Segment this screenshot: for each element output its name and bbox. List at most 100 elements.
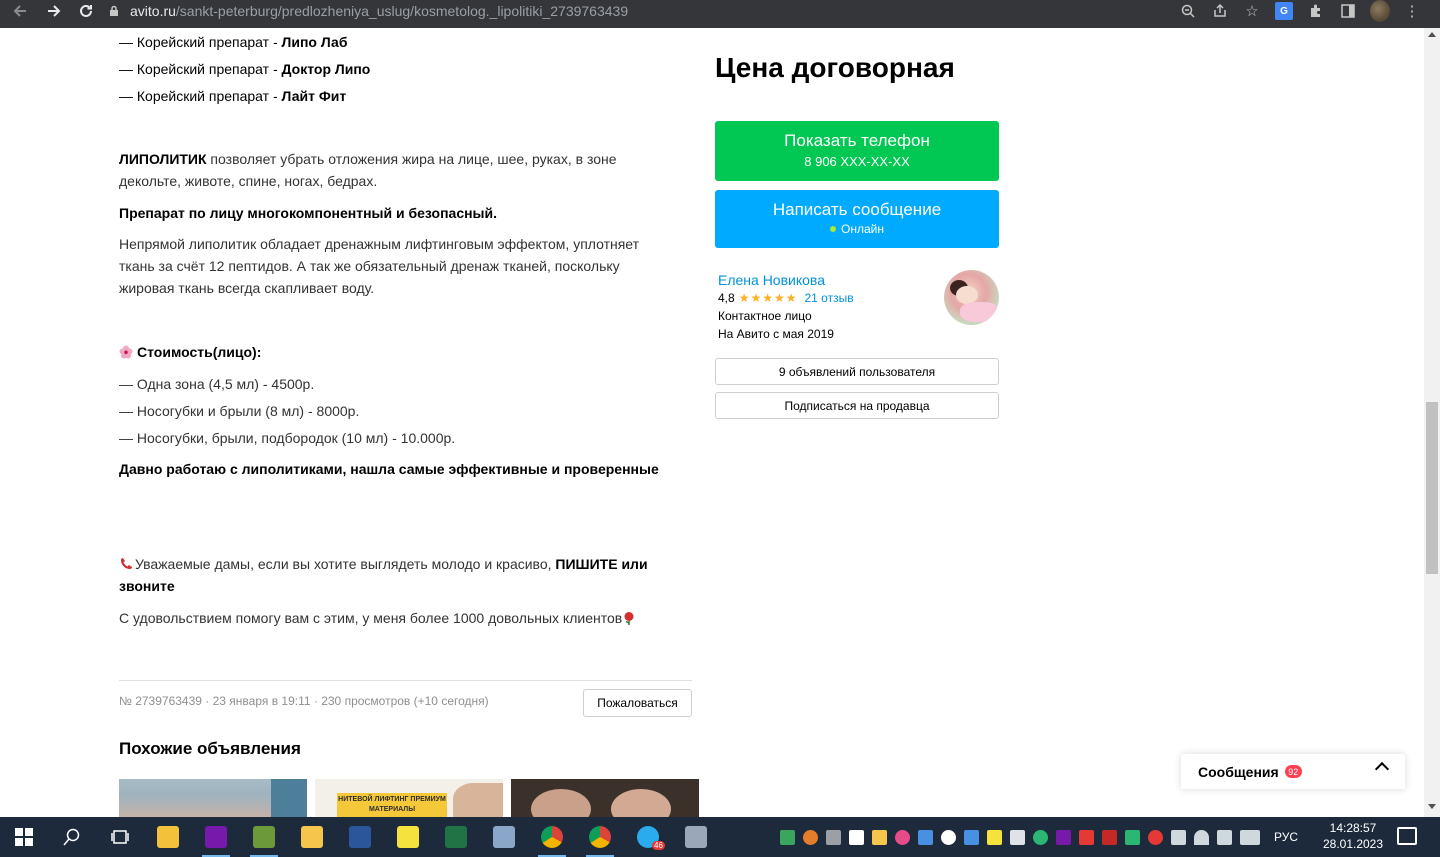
user-ads-button[interactable]: 9 объявлений пользователя	[715, 358, 999, 385]
avatar-towel	[960, 302, 999, 322]
clock-time: 14:28:57	[1329, 821, 1377, 835]
settings-app-icon[interactable]	[480, 817, 528, 857]
chevron-up-icon[interactable]	[1374, 761, 1390, 777]
back-icon[interactable]	[4, 0, 36, 25]
chrome-icon[interactable]	[576, 817, 624, 857]
description-paragraph: Уважаемые дамы, если вы хотите выглядеть…	[119, 553, 648, 597]
search-icon[interactable]	[48, 817, 96, 857]
folder-icon[interactable]	[288, 817, 336, 857]
report-button[interactable]: Пожаловаться	[583, 689, 692, 717]
reviews-link[interactable]: 21 отзыв	[804, 291, 853, 305]
cost-item: — Одна зона (4,5 мл) - 4500р.	[119, 376, 315, 392]
tray-app-icon[interactable]	[803, 829, 818, 845]
keyboard-icon[interactable]	[1240, 829, 1260, 845]
tray-notes-icon[interactable]	[872, 829, 887, 845]
sticky-notes-icon[interactable]	[384, 817, 432, 857]
scroll-down-icon[interactable]	[1428, 804, 1436, 809]
excel-icon[interactable]	[432, 817, 480, 857]
show-phone-button[interactable]: Показать телефон 8 906 XXX-XX-XX	[715, 121, 999, 181]
task-view-icon[interactable]	[96, 817, 144, 857]
description-paragraph: ЛИПОЛИТИК позволяет убрать отложения жир…	[119, 148, 617, 192]
tray-app-icon[interactable]	[941, 829, 956, 845]
subscribe-seller-button[interactable]: Подписаться на продавца	[715, 392, 999, 419]
messages-widget[interactable]: Сообщения 92	[1181, 754, 1405, 789]
url-path: /sankt-peterburg/predlozheniya_uslug/kos…	[175, 3, 629, 19]
word-icon[interactable]	[336, 817, 384, 857]
tray-app-icon[interactable]	[895, 829, 910, 845]
flower-icon	[119, 343, 133, 359]
app-tile	[349, 826, 371, 848]
para-line: ткань за счёт 12 пептидов. А так же обяз…	[119, 258, 620, 274]
seller-rating: 4,8 ★★★★★ 21 отзыв	[718, 291, 854, 305]
translate-label: G	[1275, 2, 1293, 20]
system-clock[interactable]: 14:28:57 28.01.2023	[1318, 820, 1388, 852]
tray-app-icon[interactable]	[1148, 829, 1163, 845]
tray-onenote-icon[interactable]	[1056, 829, 1071, 845]
tray-snip-icon[interactable]	[918, 829, 933, 845]
chrome-icon[interactable]	[528, 817, 576, 857]
tray-window-icon[interactable]	[1010, 829, 1025, 845]
share-icon[interactable]	[1210, 1, 1230, 21]
tray-file-icon[interactable]	[849, 829, 864, 845]
translate-icon[interactable]: G	[1274, 1, 1294, 21]
thumbnail-face	[453, 783, 503, 817]
app-tile	[685, 826, 707, 848]
tray-sticky-icon[interactable]	[987, 829, 1002, 845]
bookmark-star-icon[interactable]: ☆	[1242, 1, 1262, 21]
calculator-icon[interactable]	[672, 817, 720, 857]
similar-ad-thumbnail[interactable]: НИТЕВОЙ ЛИФТИНГ ПРЕМИУМ МАТЕРИАЛЫ	[315, 779, 503, 817]
notepad-app-icon[interactable]	[240, 817, 288, 857]
lipolitik-bold: ЛИПОЛИТИК	[119, 151, 207, 167]
tray-shield-icon[interactable]	[780, 829, 795, 845]
volume-icon[interactable]	[1217, 829, 1232, 845]
online-dot-icon	[830, 226, 837, 232]
seller-name-link[interactable]: Елена Новикова	[718, 272, 825, 288]
menu-dots-icon[interactable]: ⋮	[1402, 1, 1422, 21]
similar-ad-thumbnail[interactable]	[511, 779, 699, 817]
clock-date: 28.01.2023	[1322, 837, 1384, 851]
zoom-icon[interactable]	[1178, 1, 1198, 21]
reload-icon[interactable]	[70, 0, 102, 25]
seller-avatar[interactable]	[944, 270, 999, 325]
wifi-icon[interactable]	[1194, 829, 1209, 845]
similar-ad-thumbnail[interactable]	[119, 779, 307, 817]
notification-center-icon[interactable]	[1397, 827, 1417, 845]
tray-app-icon[interactable]	[1033, 829, 1048, 845]
tray-app-icon[interactable]	[964, 829, 979, 845]
tray-fx-icon[interactable]	[1125, 829, 1140, 845]
profile-avatar[interactable]	[1370, 0, 1390, 22]
language-indicator[interactable]: РУС	[1274, 830, 1298, 844]
app-tile	[493, 826, 515, 848]
para-line: С удовольствием помогу вам с этим, у мен…	[119, 610, 623, 626]
write-message-button[interactable]: Написать сообщение Онлайн	[715, 190, 999, 248]
cost-item: — Носогубки и брыли (8 мл) - 8000р.	[119, 403, 360, 419]
telegram-icon[interactable]: 46	[624, 817, 672, 857]
tray-monitor-icon[interactable]	[826, 829, 841, 845]
description-paragraph: С удовольствием помогу вам с этим, у мен…	[119, 607, 636, 629]
messages-badge: 92	[1284, 765, 1302, 778]
address-bar[interactable]: avito.ru/sankt-peterburg/predlozheniya_u…	[108, 0, 1268, 22]
description-paragraph: Непрямой липолитик обладает дренажным ли…	[119, 233, 639, 299]
page-scrollbar[interactable]	[1424, 28, 1440, 817]
app-tile	[157, 826, 179, 848]
onenote-icon[interactable]	[192, 817, 240, 857]
tray-app-icon[interactable]	[1079, 829, 1094, 845]
app-tile	[205, 826, 227, 848]
thumbnail-banner: НИТЕВОЙ ЛИФТИНГ ПРЕМИУМ МАТЕРИАЛЫ	[337, 793, 447, 817]
scrollbar-thumb[interactable]	[1426, 402, 1438, 574]
para-line: жировая ткань всегда скапливает воду.	[119, 280, 375, 296]
extensions-icon[interactable]	[1306, 1, 1326, 21]
sidebar-icon[interactable]	[1338, 1, 1358, 21]
scroll-up-icon[interactable]	[1428, 32, 1436, 37]
thumbnail-cap-shape	[271, 779, 307, 817]
forward-icon[interactable]	[38, 0, 70, 25]
tray-app-icon[interactable]	[1102, 829, 1117, 845]
windows-start-icon[interactable]	[0, 817, 48, 857]
product-name: Лайт Фит	[281, 88, 347, 104]
online-status: Онлайн	[715, 222, 999, 236]
file-explorer-notes-icon[interactable]	[144, 817, 192, 857]
para-line: позволяет убрать отложения жира на лице,…	[206, 151, 617, 167]
lock-icon[interactable]	[108, 5, 120, 17]
battery-icon[interactable]	[1171, 829, 1186, 845]
rating-value: 4,8	[718, 291, 735, 305]
